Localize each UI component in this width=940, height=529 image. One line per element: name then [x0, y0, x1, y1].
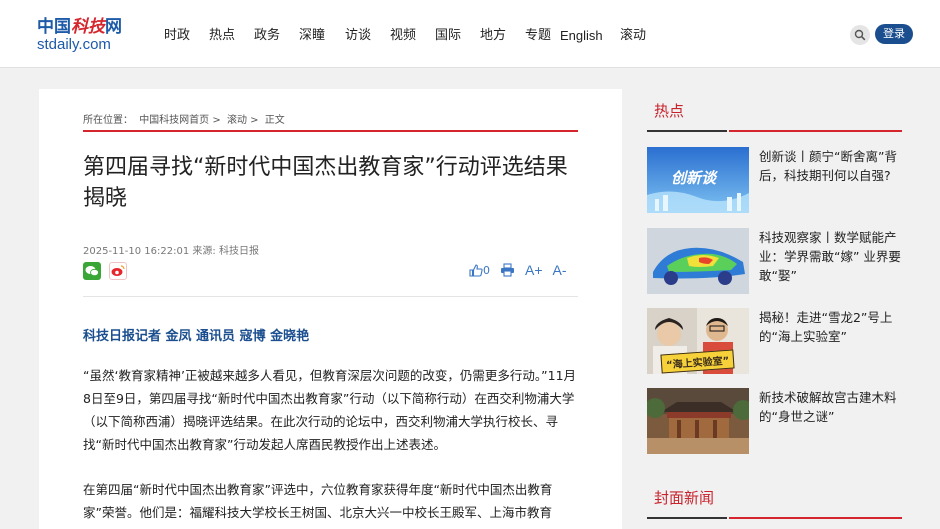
weibo-icon — [111, 265, 125, 276]
article-tools: 0 A+ A- — [469, 262, 567, 278]
section-divider — [647, 517, 727, 519]
breadcrumb-separator: > — [212, 115, 221, 126]
breadcrumb: 所在位置： 中国科技网首页 > 滚动 > 正文 — [83, 111, 288, 126]
main-nav: 时政 热点 政务 深瞳 访谈 视频 国际 地方 专题 English 滚动 — [164, 26, 655, 46]
article-panel: 所在位置： 中国科技网首页 > 滚动 > 正文 第四届寻找“新时代中国杰出教育家… — [39, 89, 622, 529]
hot-news-item[interactable]: 科技观察家丨数学赋能产业：学界需敢“嫁” 业界要敢“娶” — [647, 228, 903, 294]
news-title[interactable]: 揭秘！走进“雪龙2”号上的“海上实验室” — [759, 308, 904, 346]
font-increase-button[interactable]: A+ — [525, 262, 543, 278]
logo-chinese: 中国科技网 — [37, 17, 122, 37]
breadcrumb-home-link[interactable]: 中国科技网首页 — [139, 115, 209, 126]
meta-divider — [83, 296, 578, 297]
news-thumbnail: 创新谈 — [647, 147, 749, 213]
login-button[interactable]: 登录 — [875, 24, 913, 44]
hot-news-item[interactable]: 新技术破解故宫古建木料的“身世之谜” — [647, 388, 903, 454]
news-thumbnail: “海上实验室” — [647, 308, 749, 374]
breadcrumb-prefix: 所在位置： — [83, 115, 133, 126]
thumbnail-caption: 创新谈 — [671, 169, 717, 187]
article-byline: 科技日报记者 金凤 通讯员 寇博 金晓艳 — [83, 329, 310, 344]
section-divider — [729, 130, 902, 132]
news-title[interactable]: 创新谈丨颜宁“断舍离”背后，科技期刊何以自强? — [759, 147, 904, 185]
print-button[interactable] — [500, 263, 515, 277]
news-thumbnail — [647, 228, 749, 294]
nav-item-guoji[interactable]: 国际 — [435, 26, 480, 46]
wechat-share-icon[interactable] — [83, 262, 101, 280]
search-button[interactable] — [850, 25, 870, 45]
news-title[interactable]: 新技术破解故宫古建木料的“身世之谜” — [759, 388, 904, 426]
hot-section-title: 热点 — [654, 102, 685, 120]
cover-news-section-title: 封面新闻 — [654, 489, 715, 507]
article-paragraph: “虽然‘教育家精神’正被越来越多人看见，但教育深层次问题的改变，仍需更多行动。”… — [83, 368, 577, 452]
section-divider — [729, 517, 902, 519]
nav-item-zhuanti[interactable]: 专题 — [525, 26, 560, 46]
nav-item-english[interactable]: English — [560, 26, 620, 46]
breadcrumb-current: 正文 — [264, 115, 285, 126]
news-thumbnail — [647, 388, 749, 454]
hot-news-item[interactable]: 创新谈 创新谈丨颜宁“断舍离”背后，科技期刊何以自强? — [647, 147, 903, 213]
breadcrumb-section-link[interactable]: 滚动 — [227, 115, 247, 126]
search-icon — [854, 29, 866, 41]
weibo-share-icon[interactable] — [109, 262, 127, 280]
print-icon — [501, 263, 514, 277]
nav-item-shentong[interactable]: 深瞳 — [299, 26, 345, 46]
nav-item-gundong[interactable]: 滚动 — [620, 26, 655, 46]
breadcrumb-separator: > — [250, 115, 259, 126]
article-title: 第四届寻找“新时代中国杰出教育家”行动评选结果揭晓 — [83, 155, 568, 211]
site-logo[interactable]: 中国科技网 stdaily.com — [37, 18, 129, 56]
like-count: 0 — [483, 263, 490, 277]
news-title[interactable]: 科技观察家丨数学赋能产业：学界需敢“嫁” 业界要敢“娶” — [759, 228, 904, 285]
top-header: 中国科技网 stdaily.com 时政 热点 政务 深瞳 访谈 视频 国际 地… — [0, 0, 940, 68]
nav-item-redian[interactable]: 热点 — [209, 26, 254, 46]
hot-news-item[interactable]: “海上实验室” 揭秘！走进“雪龙2”号上的“海上实验室” — [647, 308, 903, 374]
like-button[interactable]: 0 — [469, 264, 490, 277]
logo-english: stdaily.com — [37, 36, 111, 53]
article-meta: 2025-11-10 16:22:01 来源: 科技日报 — [83, 242, 259, 257]
share-bar — [83, 262, 127, 280]
article-source: 来源: 科技日报 — [192, 246, 259, 257]
nav-item-difang[interactable]: 地方 — [480, 26, 525, 46]
wechat-icon — [85, 266, 99, 277]
publish-datetime: 2025-11-10 16:22:01 — [83, 246, 190, 257]
font-decrease-button[interactable]: A- — [553, 262, 567, 278]
nav-item-fangtan[interactable]: 访谈 — [345, 26, 390, 46]
nav-item-shipin[interactable]: 视频 — [390, 26, 435, 46]
nav-item-shizheng[interactable]: 时政 — [164, 26, 209, 46]
nav-item-zhengwu[interactable]: 政务 — [254, 26, 299, 46]
article-paragraph: 在第四届“新时代中国杰出教育家”评选中，六位教育家获得年度“新时代中国杰出教育家… — [83, 482, 553, 520]
section-divider — [647, 130, 727, 132]
breadcrumb-divider — [83, 130, 578, 132]
thumbs-up-icon — [469, 263, 483, 277]
